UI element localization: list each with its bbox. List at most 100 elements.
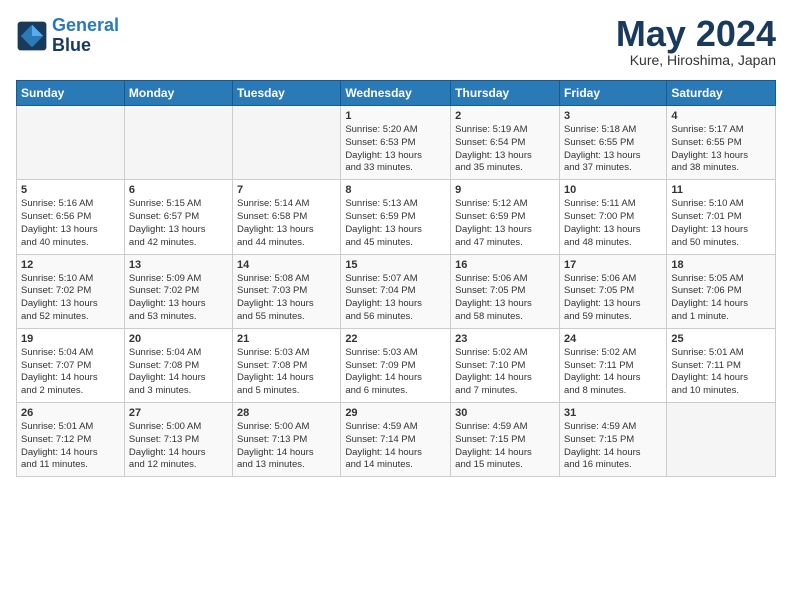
day-info: Sunrise: 5:03 AM Sunset: 7:09 PM Dayligh… — [345, 347, 446, 398]
day-number: 25 — [671, 333, 771, 345]
weekday-header-sunday: Sunday — [17, 81, 125, 106]
day-info: Sunrise: 5:02 AM Sunset: 7:10 PM Dayligh… — [455, 347, 555, 398]
calendar-cell: 28Sunrise: 5:00 AM Sunset: 7:13 PM Dayli… — [233, 403, 341, 477]
weekday-header-saturday: Saturday — [667, 81, 776, 106]
week-row-3: 12 Sunrise: 5:10 AM Sunset: 7:02 PM Dayli… — [17, 254, 776, 328]
day-number: 10 — [564, 184, 662, 196]
calendar-cell: 25 Sunrise: 5:01 AM Sunset: 7:11 PM Dayli… — [667, 328, 776, 402]
weekday-header-friday: Friday — [559, 81, 666, 106]
logo-text: General Blue — [52, 16, 119, 56]
day-info: Sunrise: 4:59 AM Sunset: 7:15 PM Dayligh… — [455, 421, 555, 472]
day-number: 5 — [21, 184, 120, 196]
calendar-cell: 15Sunrise: 5:07 AM Sunset: 7:04 PM Dayli… — [341, 254, 451, 328]
day-info: Sunrise: 5:15 AM Sunset: 6:57 PM Dayligh… — [129, 198, 228, 249]
day-info: Sunrise: 5:12 AM Sunset: 6:59 PM Dayligh… — [455, 198, 555, 249]
day-info: Sunrise: 5:00 AM Sunset: 7:13 PM Dayligh… — [237, 421, 336, 472]
day-info: Sunrise: 4:59 AM Sunset: 7:15 PM Dayligh… — [564, 421, 662, 472]
weekday-header-thursday: Thursday — [451, 81, 560, 106]
day-info: Sunrise: 5:20 AM Sunset: 6:53 PM Dayligh… — [345, 124, 446, 175]
day-info: Sunrise: 5:17 AM Sunset: 6:55 PM Dayligh… — [671, 124, 771, 175]
calendar-cell — [233, 106, 341, 180]
day-number: 24 — [564, 333, 662, 345]
calendar-cell: 7Sunrise: 5:14 AM Sunset: 6:58 PM Daylig… — [233, 180, 341, 254]
weekday-header-row: SundayMondayTuesdayWednesdayThursdayFrid… — [17, 81, 776, 106]
day-info: Sunrise: 5:13 AM Sunset: 6:59 PM Dayligh… — [345, 198, 446, 249]
day-info: Sunrise: 5:01 AM Sunset: 7:11 PM Dayligh… — [671, 347, 771, 398]
day-number: 31 — [564, 407, 662, 419]
calendar-cell: 11 Sunrise: 5:10 AM Sunset: 7:01 PM Dayli… — [667, 180, 776, 254]
day-number: 18 — [671, 259, 771, 271]
day-info: Sunrise: 5:01 AM Sunset: 7:12 PM Dayligh… — [21, 421, 120, 472]
day-number: 4 — [671, 110, 771, 122]
calendar-cell: 4 Sunrise: 5:17 AM Sunset: 6:55 PM Daylig… — [667, 106, 776, 180]
calendar-cell: 27Sunrise: 5:00 AM Sunset: 7:13 PM Dayli… — [124, 403, 232, 477]
day-info: Sunrise: 5:05 AM Sunset: 7:06 PM Dayligh… — [671, 273, 771, 324]
day-number: 23 — [455, 333, 555, 345]
day-info: Sunrise: 5:14 AM Sunset: 6:58 PM Dayligh… — [237, 198, 336, 249]
calendar-cell: 13Sunrise: 5:09 AM Sunset: 7:02 PM Dayli… — [124, 254, 232, 328]
day-number: 16 — [455, 259, 555, 271]
calendar-cell — [667, 403, 776, 477]
weekday-header-monday: Monday — [124, 81, 232, 106]
calendar-cell: 14Sunrise: 5:08 AM Sunset: 7:03 PM Dayli… — [233, 254, 341, 328]
day-info: Sunrise: 5:03 AM Sunset: 7:08 PM Dayligh… — [237, 347, 336, 398]
day-info: Sunrise: 5:06 AM Sunset: 7:05 PM Dayligh… — [455, 273, 555, 324]
calendar-cell: 1 Sunrise: 5:20 AM Sunset: 6:53 PM Daylig… — [341, 106, 451, 180]
calendar-table: SundayMondayTuesdayWednesdayThursdayFrid… — [16, 80, 776, 477]
day-info: Sunrise: 5:08 AM Sunset: 7:03 PM Dayligh… — [237, 273, 336, 324]
day-number: 11 — [671, 184, 771, 196]
day-info: Sunrise: 5:19 AM Sunset: 6:54 PM Dayligh… — [455, 124, 555, 175]
week-row-4: 19Sunrise: 5:04 AM Sunset: 7:07 PM Dayli… — [17, 328, 776, 402]
day-info: Sunrise: 4:59 AM Sunset: 7:14 PM Dayligh… — [345, 421, 446, 472]
calendar-cell: 5Sunrise: 5:16 AM Sunset: 6:56 PM Daylig… — [17, 180, 125, 254]
calendar-cell: 17 Sunrise: 5:06 AM Sunset: 7:05 PM Dayli… — [559, 254, 666, 328]
week-row-2: 5Sunrise: 5:16 AM Sunset: 6:56 PM Daylig… — [17, 180, 776, 254]
calendar-cell: 23 Sunrise: 5:02 AM Sunset: 7:10 PM Dayli… — [451, 328, 560, 402]
logo-icon — [16, 20, 48, 52]
day-number: 27 — [129, 407, 228, 419]
day-number: 8 — [345, 184, 446, 196]
calendar-cell — [17, 106, 125, 180]
week-row-1: 1 Sunrise: 5:20 AM Sunset: 6:53 PM Daylig… — [17, 106, 776, 180]
weekday-header-wednesday: Wednesday — [341, 81, 451, 106]
day-info: Sunrise: 5:04 AM Sunset: 7:08 PM Dayligh… — [129, 347, 228, 398]
calendar-cell: 19Sunrise: 5:04 AM Sunset: 7:07 PM Dayli… — [17, 328, 125, 402]
calendar-cell: 16 Sunrise: 5:06 AM Sunset: 7:05 PM Dayli… — [451, 254, 560, 328]
title-block: May 2024 Kure, Hiroshima, Japan — [616, 16, 776, 68]
calendar-cell: 22 Sunrise: 5:03 AM Sunset: 7:09 PM Dayli… — [341, 328, 451, 402]
day-number: 19 — [21, 333, 120, 345]
logo: General Blue — [16, 16, 119, 56]
month-title: May 2024 — [616, 16, 776, 52]
calendar-cell: 21 Sunrise: 5:03 AM Sunset: 7:08 PM Dayli… — [233, 328, 341, 402]
calendar-cell: 10 Sunrise: 5:11 AM Sunset: 7:00 PM Dayli… — [559, 180, 666, 254]
page-header: General Blue May 2024 Kure, Hiroshima, J… — [16, 16, 776, 68]
day-number: 17 — [564, 259, 662, 271]
day-info: Sunrise: 5:18 AM Sunset: 6:55 PM Dayligh… — [564, 124, 662, 175]
day-number: 3 — [564, 110, 662, 122]
calendar-cell: 8 Sunrise: 5:13 AM Sunset: 6:59 PM Daylig… — [341, 180, 451, 254]
day-info: Sunrise: 5:02 AM Sunset: 7:11 PM Dayligh… — [564, 347, 662, 398]
day-info: Sunrise: 5:10 AM Sunset: 7:02 PM Dayligh… — [21, 273, 120, 324]
day-number: 9 — [455, 184, 555, 196]
day-number: 6 — [129, 184, 228, 196]
calendar-cell: 6 Sunrise: 5:15 AM Sunset: 6:57 PM Daylig… — [124, 180, 232, 254]
location: Kure, Hiroshima, Japan — [616, 52, 776, 68]
calendar-cell: 18 Sunrise: 5:05 AM Sunset: 7:06 PM Dayli… — [667, 254, 776, 328]
day-info: Sunrise: 5:10 AM Sunset: 7:01 PM Dayligh… — [671, 198, 771, 249]
calendar-cell: 26Sunrise: 5:01 AM Sunset: 7:12 PM Dayli… — [17, 403, 125, 477]
day-number: 13 — [129, 259, 228, 271]
day-number: 12 — [21, 259, 120, 271]
day-number: 21 — [237, 333, 336, 345]
weekday-header-tuesday: Tuesday — [233, 81, 341, 106]
calendar-cell: 12 Sunrise: 5:10 AM Sunset: 7:02 PM Dayli… — [17, 254, 125, 328]
day-number: 30 — [455, 407, 555, 419]
day-number: 22 — [345, 333, 446, 345]
day-info: Sunrise: 5:06 AM Sunset: 7:05 PM Dayligh… — [564, 273, 662, 324]
calendar-cell — [124, 106, 232, 180]
week-row-5: 26Sunrise: 5:01 AM Sunset: 7:12 PM Dayli… — [17, 403, 776, 477]
day-number: 20 — [129, 333, 228, 345]
calendar-cell: 29Sunrise: 4:59 AM Sunset: 7:14 PM Dayli… — [341, 403, 451, 477]
calendar-cell: 30 Sunrise: 4:59 AM Sunset: 7:15 PM Dayli… — [451, 403, 560, 477]
day-number: 1 — [345, 110, 446, 122]
day-info: Sunrise: 5:11 AM Sunset: 7:00 PM Dayligh… — [564, 198, 662, 249]
